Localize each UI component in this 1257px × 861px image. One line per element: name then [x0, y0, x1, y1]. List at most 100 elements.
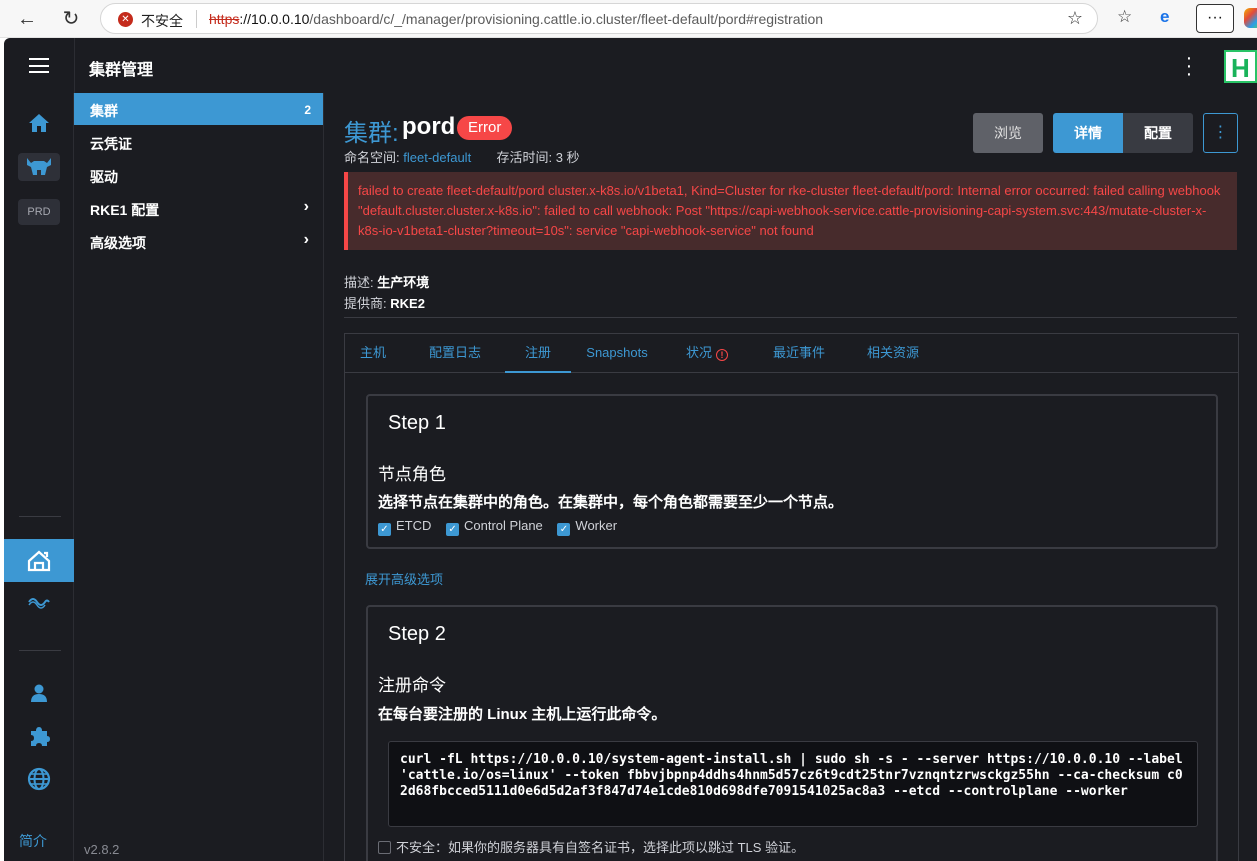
sidenav-item-label: 云凭证 — [90, 136, 132, 152]
role-control-plane[interactable]: ✓ Control Plane — [446, 518, 543, 536]
warning-icon: ! — [716, 349, 728, 361]
about-link[interactable]: 简介 — [19, 831, 47, 851]
not-secure-icon[interactable]: ✕ — [118, 12, 133, 27]
show-advanced-link[interactable]: 展开高级选项 — [365, 569, 443, 588]
role-worker[interactable]: ✓ Worker — [557, 518, 618, 536]
error-banner: failed to create fleet-default/pord clus… — [344, 172, 1237, 250]
role-label: Control Plane — [464, 518, 543, 533]
main-content: 集群: pord Error 命名空间: fleet-default 存活时间:… — [324, 93, 1257, 861]
description-row: 描述: 生产环境 — [344, 272, 429, 291]
back-icon[interactable]: ← — [14, 6, 40, 32]
description-label: 描述: — [344, 275, 374, 290]
provider-row: 提供商: RKE2 — [344, 293, 425, 312]
step1-title: Step 1 — [388, 412, 446, 434]
hamburger-menu-icon[interactable] — [29, 58, 49, 73]
tab-conditions[interactable]: 状况! — [677, 334, 737, 373]
namespace-link[interactable]: fleet-default — [403, 150, 471, 165]
sidenav-item-clusters[interactable]: 集群 2 — [74, 93, 323, 125]
tabs-container: 主机 配置日志 注册 Snapshots 状况! 最近事件 相关资源 Step … — [344, 333, 1239, 861]
browse-button[interactable]: 浏览 — [973, 113, 1043, 153]
icon-rail: PRD 简介 — [4, 93, 74, 861]
tab-machines[interactable]: 主机 — [345, 334, 401, 373]
tab-conditions-label: 状况 — [685, 345, 712, 360]
browser-toolbar: ← ↻ ✕ 不安全 https://10.0.0.10/dashboard/c/… — [0, 0, 1257, 38]
copilot-icon[interactable] — [1244, 8, 1257, 28]
checkbox-unchecked-icon[interactable] — [378, 841, 391, 854]
step2-card: Step 2 注册命令 在每台要注册的 Linux 主机上运行此命令。 curl… — [366, 605, 1218, 861]
age-label: 存活时间: — [496, 150, 553, 165]
url-scheme: https — [209, 11, 240, 27]
reload-icon[interactable]: ↻ — [58, 6, 84, 32]
page-title-prefix[interactable]: 集群: — [344, 113, 399, 148]
tab-provisioning-log[interactable]: 配置日志 — [413, 334, 497, 373]
app-title: 集群管理 — [89, 62, 154, 79]
tab-registration[interactable]: 注册 — [505, 334, 571, 373]
provider-value: RKE2 — [390, 296, 425, 311]
sidenav-item-advanced[interactable]: 高级选项 › — [74, 225, 323, 257]
step2-title: Step 2 — [388, 623, 446, 645]
age-value: 3 秒 — [555, 150, 580, 165]
user-icon[interactable] — [4, 683, 74, 707]
favorites-icon[interactable]: ☆ — [1117, 7, 1132, 27]
node-role-title: 节点角色 — [378, 465, 446, 484]
url-text[interactable]: https://10.0.0.10/dashboard/c/_/manager/… — [209, 11, 823, 27]
url-host: ://10.0.0.10 — [239, 11, 310, 27]
checkbox-checked-icon[interactable]: ✓ — [557, 523, 571, 536]
cluster-icon[interactable] — [18, 153, 60, 181]
status-badge: Error — [457, 116, 513, 140]
brand-logo-letter: H — [1231, 53, 1250, 83]
step1-card: Step 1 节点角色 选择节点在集群中的角色。在集群中，每个角色都需要至少一个… — [366, 394, 1218, 549]
sidenav-item-drivers[interactable]: 驱动 — [74, 159, 323, 191]
checkbox-checked-icon[interactable]: ✓ — [378, 523, 391, 536]
actions-menu-button[interactable]: ⋮ — [1203, 113, 1238, 153]
url-divider — [196, 10, 197, 28]
favorite-star-icon[interactable]: ☆ — [1067, 8, 1083, 29]
provider-label: 提供商: — [344, 296, 387, 311]
security-label[interactable]: 不安全 — [141, 11, 183, 31]
sidenav-item-label: 驱动 — [90, 169, 118, 185]
home-icon[interactable] — [4, 113, 74, 137]
sidenav-item-label: 高级选项 — [90, 235, 146, 251]
checkbox-checked-icon[interactable]: ✓ — [446, 523, 460, 536]
command-box[interactable]: curl -fL https://10.0.0.10/system-agent-… — [388, 741, 1198, 827]
sidenav-item-rke1-config[interactable]: RKE1 配置 › — [74, 192, 323, 224]
divider — [344, 317, 1237, 318]
tab-recent-events[interactable]: 最近事件 — [759, 334, 839, 373]
globe-icon[interactable] — [4, 767, 74, 793]
cluster-management-icon[interactable] — [4, 539, 74, 582]
version-label[interactable]: v2.8.2 — [84, 842, 119, 857]
cluster-badge-prd[interactable]: PRD — [18, 199, 60, 225]
cluster-meta: 命名空间: fleet-default 存活时间: 3 秒 — [344, 147, 580, 166]
registration-command-description: 在每台要注册的 Linux 主机上运行此命令。 — [378, 706, 667, 723]
url-path: /dashboard/c/_/manager/provisioning.catt… — [309, 11, 824, 27]
rail-divider — [19, 650, 61, 651]
page-title: pord — [402, 113, 456, 140]
rail-divider — [19, 516, 61, 517]
edge-collections-icon[interactable]: e — [1160, 7, 1169, 27]
role-etcd[interactable]: ✓ ETCD — [378, 518, 432, 536]
brand-logo: H — [1224, 50, 1257, 83]
insecure-option[interactable]: 不安全：如果你的服务器具有自签名证书，选择此项以跳过 TLS 验证。 — [378, 837, 804, 856]
error-message: failed to create fleet-default/pord clus… — [358, 183, 1221, 238]
registration-command-title: 注册命令 — [378, 676, 446, 695]
insecure-label: 不安全：如果你的服务器具有自签名证书，选择此项以跳过 TLS 验证。 — [396, 840, 805, 855]
role-label: Worker — [575, 518, 618, 533]
config-button[interactable]: 配置 — [1123, 113, 1193, 153]
detail-button[interactable]: 详情 — [1053, 113, 1123, 153]
address-bar[interactable]: ✕ 不安全 https://10.0.0.10/dashboard/c/_/ma… — [100, 3, 1098, 34]
sidenav-item-label: RKE1 配置 — [90, 202, 160, 218]
extensions-puzzle-icon[interactable] — [4, 725, 74, 749]
description-value: 生产环境 — [377, 275, 430, 290]
view-mode-toggle: 详情 配置 — [1053, 113, 1193, 153]
tab-related-resources[interactable]: 相关资源 — [853, 334, 933, 373]
chevron-right-icon: › — [303, 198, 309, 215]
registration-command[interactable]: curl -fL https://10.0.0.10/system-agent-… — [400, 752, 1190, 800]
fleet-icon[interactable] — [4, 595, 74, 615]
sidenav-item-cloud-credentials[interactable]: 云凭证 — [74, 126, 323, 158]
sidenav-item-label: 集群 — [90, 103, 118, 119]
browser-more-button[interactable]: ··· — [1196, 4, 1234, 33]
role-label: ETCD — [396, 518, 432, 533]
cluster-side-nav: 集群 2 云凭证 驱动 RKE1 配置 › 高级选项 › v2.8.2 — [74, 93, 324, 861]
header-kebab-icon[interactable]: · · · — [1184, 48, 1194, 84]
tab-snapshots[interactable]: Snapshots — [579, 334, 655, 373]
